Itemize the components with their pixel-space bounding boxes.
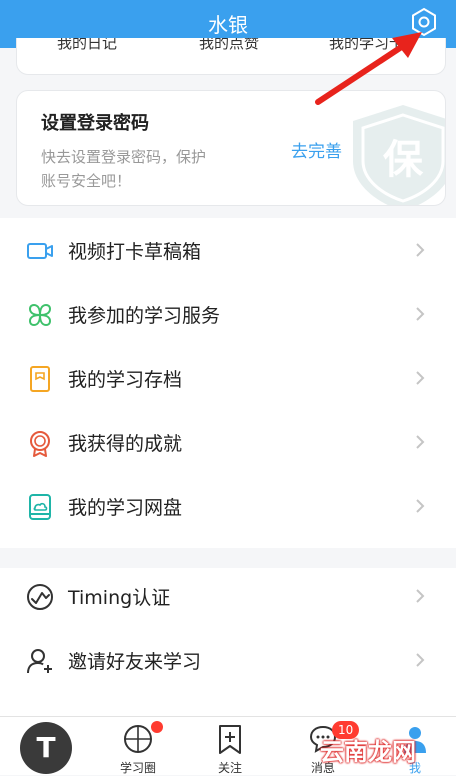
password-card-title: 设置登录密码: [41, 113, 149, 134]
tab-follow[interactable]: 关注: [195, 717, 265, 775]
menu-item-label: 我获得的成就: [68, 433, 183, 455]
menu-item-label: 邀请好友来学习: [68, 651, 202, 673]
medal-icon: [30, 431, 50, 457]
menu-item-study-services[interactable]: 我参加的学习服务: [0, 288, 456, 340]
menu-item-label: 我的学习存档: [68, 369, 183, 391]
quick-link-diary[interactable]: 我的日记: [57, 38, 117, 53]
settings-icon[interactable]: [406, 4, 442, 40]
menu-item-invite-friends[interactable]: 邀请好友来学习: [0, 634, 456, 686]
chevron-right-icon: [416, 435, 425, 449]
avatar[interactable]: T: [20, 722, 72, 774]
watermark-text: 云南龙网: [320, 738, 416, 766]
menu-item-video-drafts[interactable]: 视频打卡草稿箱: [0, 224, 456, 276]
password-card-desc-line1: 快去设置登录密码，保护: [41, 148, 207, 166]
password-card-desc-line2: 账号安全吧！: [41, 172, 132, 190]
password-card-desc: 快去设置登录密码，保护 账号安全吧！: [41, 145, 251, 193]
menu-list: 视频打卡草稿箱 我参加的学习服务 我的学习存档 我获得的成就 我的学习网盘 Ti…: [0, 218, 456, 716]
menu-item-timing-verify[interactable]: Timing认证: [0, 570, 456, 622]
quick-link-likes[interactable]: 我的点赞: [199, 38, 259, 53]
menu-item-achievements[interactable]: 我获得的成就: [0, 416, 456, 468]
clover-icon: [28, 303, 52, 327]
set-password-card[interactable]: 保 设置登录密码 快去设置登录密码，保护 账号安全吧！ 去完善: [16, 90, 446, 206]
page-title: 水银: [208, 13, 248, 37]
chevron-right-icon: [416, 371, 425, 385]
archive-icon: [30, 366, 50, 392]
video-icon: [27, 243, 53, 259]
study-circle-icon: [124, 725, 152, 753]
shield-char: 保: [383, 137, 424, 183]
menu-item-study-archive[interactable]: 我的学习存档: [0, 352, 456, 404]
tab-study-circle[interactable]: 学习圈: [103, 717, 173, 775]
complete-password-link[interactable]: 去完善: [291, 137, 342, 162]
chevron-right-icon: [416, 589, 425, 603]
menu-item-label: 我参加的学习服务: [68, 305, 221, 327]
menu-item-label: 我的学习网盘: [68, 497, 183, 519]
bookmark-plus-icon: [219, 725, 241, 754]
quick-links-card: 我的日记 我的点赞 我的学习卡: [16, 38, 446, 75]
invite-icon: [27, 649, 52, 674]
notification-dot: [151, 721, 163, 733]
cloud-disk-icon: [29, 494, 51, 520]
chevron-right-icon: [416, 243, 425, 257]
shield-icon: 保: [353, 105, 445, 205]
tab-label: 关注: [217, 761, 242, 775]
menu-item-cloud-disk[interactable]: 我的学习网盘: [0, 480, 456, 532]
menu-item-label: 视频打卡草稿箱: [68, 241, 202, 263]
tab-label: 学习圈: [119, 761, 156, 775]
quick-link-card[interactable]: 我的学习卡: [329, 38, 404, 53]
chevron-right-icon: [416, 653, 425, 667]
chevron-right-icon: [416, 499, 425, 513]
verify-icon: [27, 584, 53, 610]
section-divider: [0, 548, 456, 568]
menu-item-label: Timing认证: [68, 587, 171, 609]
chevron-right-icon: [416, 307, 425, 321]
